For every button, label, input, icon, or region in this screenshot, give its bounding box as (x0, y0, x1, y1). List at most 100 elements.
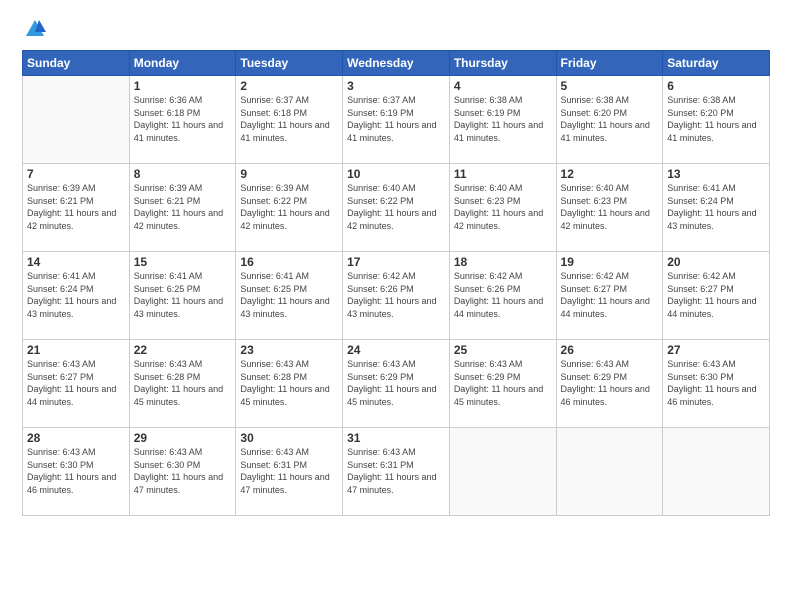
day-number: 11 (454, 167, 552, 181)
day-number: 31 (347, 431, 445, 445)
calendar-header-row: SundayMondayTuesdayWednesdayThursdayFrid… (23, 51, 770, 76)
day-info: Sunrise: 6:42 AMSunset: 6:27 PMDaylight:… (561, 270, 659, 320)
week-row-4: 21Sunrise: 6:43 AMSunset: 6:27 PMDayligh… (23, 340, 770, 428)
logo (22, 18, 46, 40)
calendar-cell: 2Sunrise: 6:37 AMSunset: 6:18 PMDaylight… (236, 76, 343, 164)
logo-icon (24, 18, 46, 40)
day-number: 9 (240, 167, 338, 181)
day-number: 5 (561, 79, 659, 93)
calendar-cell: 10Sunrise: 6:40 AMSunset: 6:22 PMDayligh… (343, 164, 450, 252)
calendar-cell: 5Sunrise: 6:38 AMSunset: 6:20 PMDaylight… (556, 76, 663, 164)
day-number: 1 (134, 79, 232, 93)
calendar-cell: 26Sunrise: 6:43 AMSunset: 6:29 PMDayligh… (556, 340, 663, 428)
calendar-table: SundayMondayTuesdayWednesdayThursdayFrid… (22, 50, 770, 516)
day-info: Sunrise: 6:38 AMSunset: 6:19 PMDaylight:… (454, 94, 552, 144)
day-header-saturday: Saturday (663, 51, 770, 76)
calendar-cell: 6Sunrise: 6:38 AMSunset: 6:20 PMDaylight… (663, 76, 770, 164)
day-number: 14 (27, 255, 125, 269)
calendar-cell (663, 428, 770, 516)
day-number: 17 (347, 255, 445, 269)
day-number: 15 (134, 255, 232, 269)
day-info: Sunrise: 6:39 AMSunset: 6:22 PMDaylight:… (240, 182, 338, 232)
day-number: 22 (134, 343, 232, 357)
day-number: 10 (347, 167, 445, 181)
calendar-cell: 25Sunrise: 6:43 AMSunset: 6:29 PMDayligh… (449, 340, 556, 428)
day-info: Sunrise: 6:41 AMSunset: 6:24 PMDaylight:… (667, 182, 765, 232)
day-header-sunday: Sunday (23, 51, 130, 76)
day-info: Sunrise: 6:43 AMSunset: 6:30 PMDaylight:… (667, 358, 765, 408)
week-row-1: 1Sunrise: 6:36 AMSunset: 6:18 PMDaylight… (23, 76, 770, 164)
day-info: Sunrise: 6:43 AMSunset: 6:28 PMDaylight:… (240, 358, 338, 408)
calendar-cell: 13Sunrise: 6:41 AMSunset: 6:24 PMDayligh… (663, 164, 770, 252)
calendar-cell: 20Sunrise: 6:42 AMSunset: 6:27 PMDayligh… (663, 252, 770, 340)
calendar-cell: 29Sunrise: 6:43 AMSunset: 6:30 PMDayligh… (129, 428, 236, 516)
day-info: Sunrise: 6:43 AMSunset: 6:31 PMDaylight:… (347, 446, 445, 496)
calendar-cell: 11Sunrise: 6:40 AMSunset: 6:23 PMDayligh… (449, 164, 556, 252)
calendar-cell: 7Sunrise: 6:39 AMSunset: 6:21 PMDaylight… (23, 164, 130, 252)
day-info: Sunrise: 6:43 AMSunset: 6:27 PMDaylight:… (27, 358, 125, 408)
day-info: Sunrise: 6:41 AMSunset: 6:24 PMDaylight:… (27, 270, 125, 320)
week-row-3: 14Sunrise: 6:41 AMSunset: 6:24 PMDayligh… (23, 252, 770, 340)
day-info: Sunrise: 6:43 AMSunset: 6:29 PMDaylight:… (561, 358, 659, 408)
day-header-wednesday: Wednesday (343, 51, 450, 76)
day-header-tuesday: Tuesday (236, 51, 343, 76)
day-info: Sunrise: 6:40 AMSunset: 6:23 PMDaylight:… (561, 182, 659, 232)
day-info: Sunrise: 6:43 AMSunset: 6:30 PMDaylight:… (27, 446, 125, 496)
day-info: Sunrise: 6:41 AMSunset: 6:25 PMDaylight:… (240, 270, 338, 320)
day-number: 4 (454, 79, 552, 93)
calendar-cell: 9Sunrise: 6:39 AMSunset: 6:22 PMDaylight… (236, 164, 343, 252)
calendar-cell (23, 76, 130, 164)
day-number: 19 (561, 255, 659, 269)
day-number: 13 (667, 167, 765, 181)
calendar-cell: 24Sunrise: 6:43 AMSunset: 6:29 PMDayligh… (343, 340, 450, 428)
day-info: Sunrise: 6:43 AMSunset: 6:30 PMDaylight:… (134, 446, 232, 496)
calendar-cell: 16Sunrise: 6:41 AMSunset: 6:25 PMDayligh… (236, 252, 343, 340)
day-info: Sunrise: 6:39 AMSunset: 6:21 PMDaylight:… (134, 182, 232, 232)
day-info: Sunrise: 6:37 AMSunset: 6:19 PMDaylight:… (347, 94, 445, 144)
day-header-friday: Friday (556, 51, 663, 76)
calendar-cell: 4Sunrise: 6:38 AMSunset: 6:19 PMDaylight… (449, 76, 556, 164)
calendar-cell (449, 428, 556, 516)
day-number: 27 (667, 343, 765, 357)
calendar-cell: 14Sunrise: 6:41 AMSunset: 6:24 PMDayligh… (23, 252, 130, 340)
day-number: 25 (454, 343, 552, 357)
day-header-monday: Monday (129, 51, 236, 76)
day-number: 6 (667, 79, 765, 93)
day-number: 23 (240, 343, 338, 357)
day-number: 20 (667, 255, 765, 269)
day-info: Sunrise: 6:38 AMSunset: 6:20 PMDaylight:… (667, 94, 765, 144)
day-info: Sunrise: 6:43 AMSunset: 6:29 PMDaylight:… (347, 358, 445, 408)
day-number: 7 (27, 167, 125, 181)
week-row-2: 7Sunrise: 6:39 AMSunset: 6:21 PMDaylight… (23, 164, 770, 252)
day-number: 29 (134, 431, 232, 445)
calendar-cell: 1Sunrise: 6:36 AMSunset: 6:18 PMDaylight… (129, 76, 236, 164)
day-number: 21 (27, 343, 125, 357)
calendar-cell: 27Sunrise: 6:43 AMSunset: 6:30 PMDayligh… (663, 340, 770, 428)
calendar-cell: 22Sunrise: 6:43 AMSunset: 6:28 PMDayligh… (129, 340, 236, 428)
calendar-cell: 19Sunrise: 6:42 AMSunset: 6:27 PMDayligh… (556, 252, 663, 340)
day-info: Sunrise: 6:37 AMSunset: 6:18 PMDaylight:… (240, 94, 338, 144)
calendar-cell: 23Sunrise: 6:43 AMSunset: 6:28 PMDayligh… (236, 340, 343, 428)
day-number: 18 (454, 255, 552, 269)
calendar-cell: 21Sunrise: 6:43 AMSunset: 6:27 PMDayligh… (23, 340, 130, 428)
calendar-cell: 8Sunrise: 6:39 AMSunset: 6:21 PMDaylight… (129, 164, 236, 252)
day-info: Sunrise: 6:42 AMSunset: 6:27 PMDaylight:… (667, 270, 765, 320)
calendar-cell: 18Sunrise: 6:42 AMSunset: 6:26 PMDayligh… (449, 252, 556, 340)
day-number: 28 (27, 431, 125, 445)
day-info: Sunrise: 6:42 AMSunset: 6:26 PMDaylight:… (454, 270, 552, 320)
day-info: Sunrise: 6:43 AMSunset: 6:29 PMDaylight:… (454, 358, 552, 408)
day-number: 30 (240, 431, 338, 445)
day-number: 16 (240, 255, 338, 269)
day-number: 12 (561, 167, 659, 181)
day-number: 8 (134, 167, 232, 181)
calendar-cell: 31Sunrise: 6:43 AMSunset: 6:31 PMDayligh… (343, 428, 450, 516)
day-info: Sunrise: 6:38 AMSunset: 6:20 PMDaylight:… (561, 94, 659, 144)
calendar-cell: 15Sunrise: 6:41 AMSunset: 6:25 PMDayligh… (129, 252, 236, 340)
day-number: 26 (561, 343, 659, 357)
calendar-cell: 28Sunrise: 6:43 AMSunset: 6:30 PMDayligh… (23, 428, 130, 516)
day-info: Sunrise: 6:42 AMSunset: 6:26 PMDaylight:… (347, 270, 445, 320)
day-info: Sunrise: 6:39 AMSunset: 6:21 PMDaylight:… (27, 182, 125, 232)
calendar-cell: 12Sunrise: 6:40 AMSunset: 6:23 PMDayligh… (556, 164, 663, 252)
day-info: Sunrise: 6:40 AMSunset: 6:23 PMDaylight:… (454, 182, 552, 232)
day-info: Sunrise: 6:43 AMSunset: 6:31 PMDaylight:… (240, 446, 338, 496)
